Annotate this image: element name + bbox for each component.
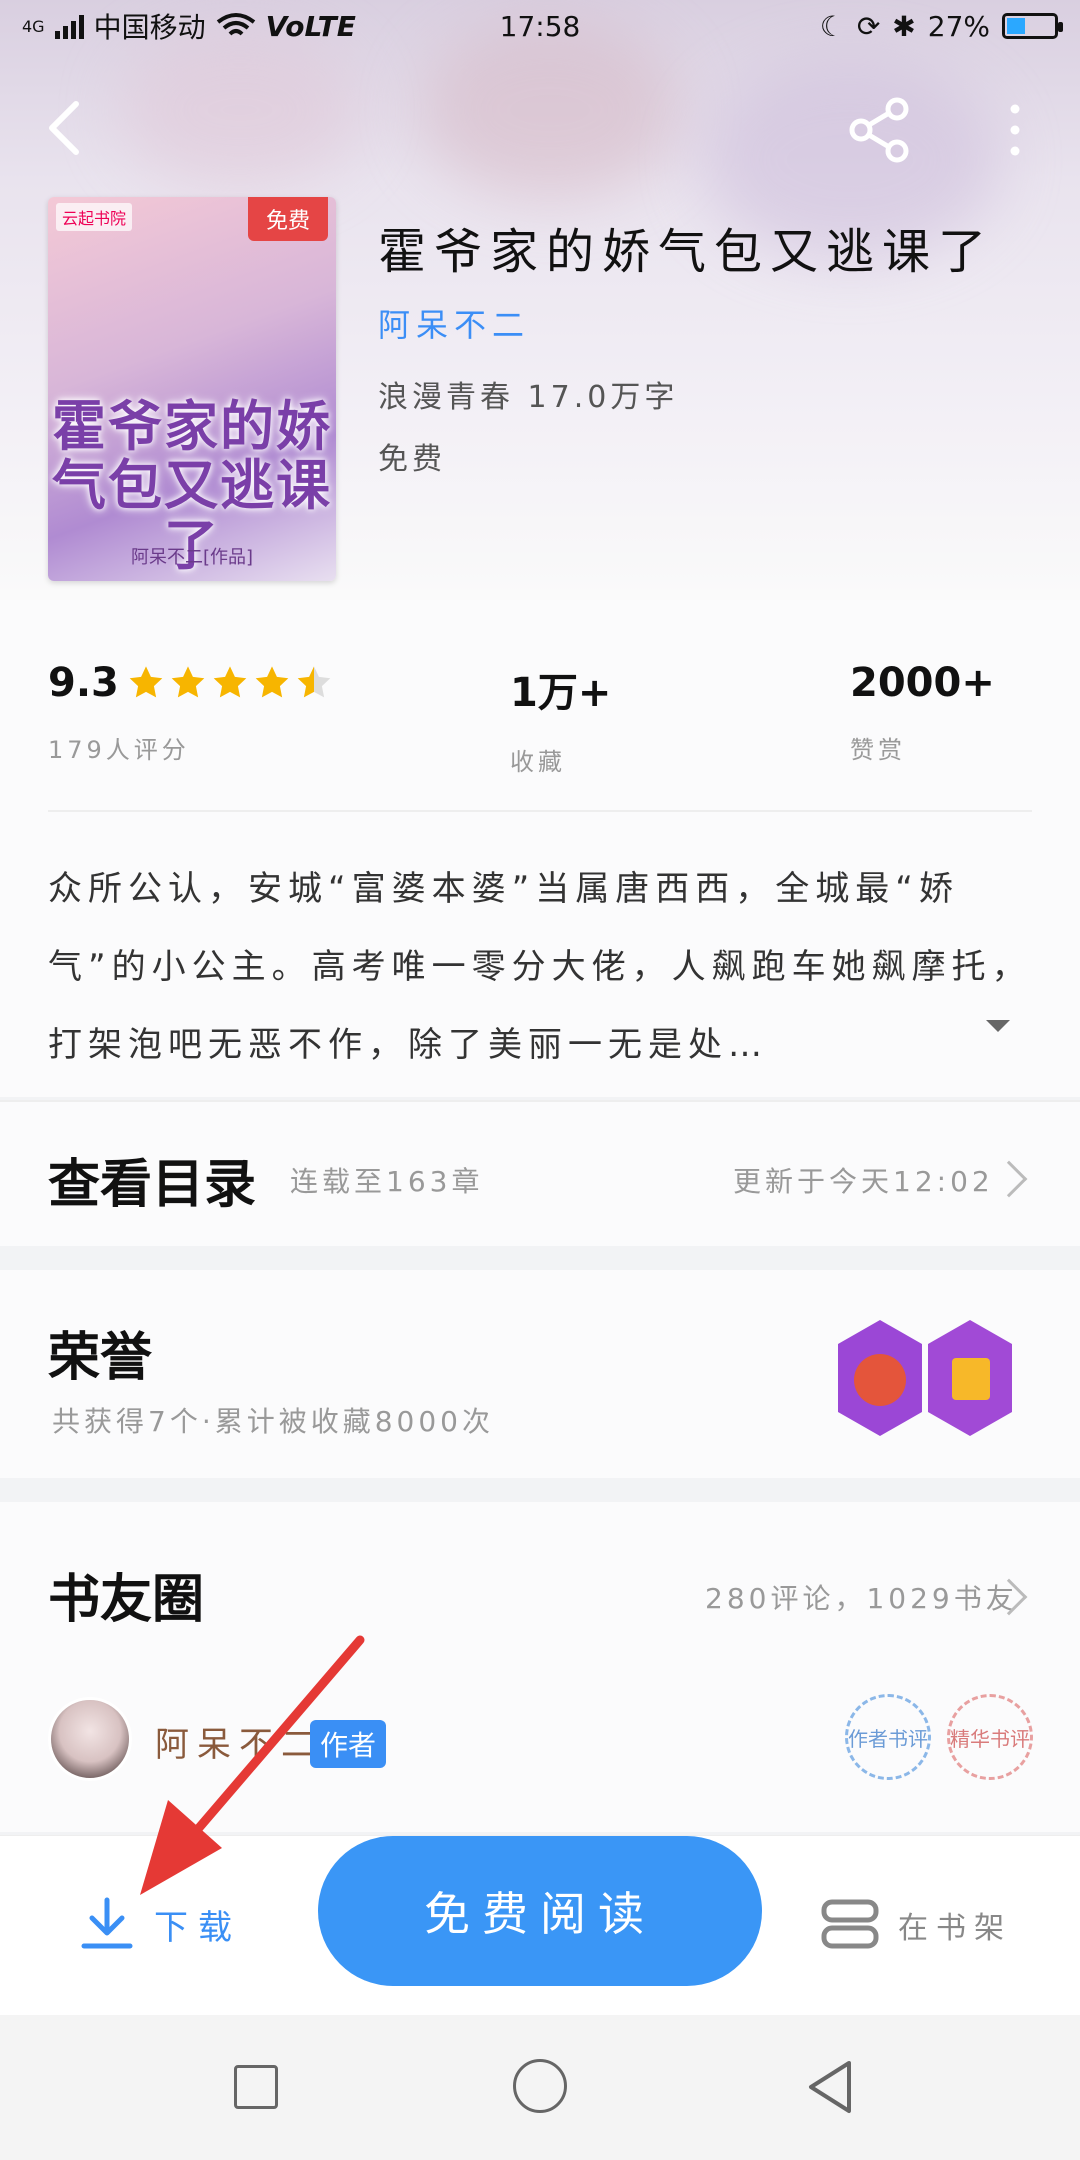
book-price: 免费 [378,442,446,477]
collect-label: 收藏 [510,748,566,776]
author-review-stamp: 作者书评 [845,1694,931,1780]
collect-stat: 1万+ 收藏 [510,660,611,777]
home-button[interactable] [513,2059,567,2113]
download-icon [81,1897,133,1949]
avatar[interactable] [48,1697,132,1781]
toc-serial-status: 连载至163章 [290,1165,484,1198]
book-circle-section: 书友圈 280评论，1029书友 阿呆不二 作者 作者书评 精华书评 [0,1502,1080,1832]
honor-badges [838,1320,1012,1436]
book-cover[interactable]: 云起书院 免费 霍爷家的娇气包又逃课了 阿呆不二[作品] [48,197,336,581]
synopsis-text[interactable]: 众所公认，安城“富婆本婆”当属唐西西，全城最“娇气”的小公主。高考唯一零分大佬，… [48,850,1032,1084]
more-icon[interactable] [995,95,1035,165]
honor-summary: 共获得7个·累计被收藏8000次 [52,1405,494,1438]
rating-value: 9.3 [48,660,119,706]
battery-icon [1002,13,1063,39]
honor-section[interactable]: 荣誉 共获得7个·累计被收藏8000次 [0,1270,1080,1478]
cover-free-tag: 免费 [248,197,328,241]
comment-user-name[interactable]: 阿呆不二 [155,1717,323,1766]
bookshelf-button[interactable]: 在书架 [820,1898,1012,1952]
star-icon [129,666,163,698]
status-bar: 4G 中国移动 VoLTE 17:58 ☾ ⟳ ✱ 27% [0,0,1080,52]
free-read-button[interactable]: 免费阅读 [318,1836,762,1986]
star-icon [171,666,205,698]
book-title: 霍爷家的娇气包又逃课了 [378,224,995,280]
top-bar [0,90,1080,170]
share-icon[interactable] [845,95,915,165]
cover-publisher: 云起书院 [56,203,133,231]
download-button[interactable]: 下载 [80,1896,242,1952]
rating-stat: 9.3 179人评分 [48,660,333,765]
money-bag-icon [854,1354,906,1406]
clock: 17:58 [499,9,581,43]
divider [48,810,1032,812]
download-label: 下载 [154,1907,242,1948]
rating-stars [127,664,333,702]
book-circle-counts[interactable]: 280评论，1029书友 [705,1577,1018,1617]
rating-count: 179人评分 [48,736,190,764]
collect-value: 1万+ [510,670,612,716]
bookshelf-label: 在书架 [898,1911,1012,1946]
toc-updated: 更新于今天12:02 [733,1165,994,1198]
table-of-contents-row[interactable]: 查看目录 连载至163章 更新于今天12:02 [0,1100,1080,1246]
back-icon[interactable] [38,98,98,158]
reward-label: 赞赏 [850,736,906,764]
featured-review-stamp: 精华书评 [947,1694,1033,1780]
system-nav-bar [0,2015,1080,2160]
toc-title: 查看目录 [48,1155,257,1215]
back-nav-button[interactable] [805,2059,855,2115]
star-icon [213,666,247,698]
expand-synopsis-icon[interactable] [986,1020,1010,1032]
honor-title: 荣誉 [48,1328,153,1388]
star-icon [297,666,331,698]
star-icon [255,666,289,698]
reward-value: 2000+ [850,660,995,706]
book-stats-card: 9.3 179人评分 1万+ 收藏 2000+ 赞赏 众所公认，安城“富婆本婆”… [0,600,1080,1097]
book-genre-wordcount: 浪漫青春 17.0万字 [378,380,679,415]
bottom-action-bar: 下载 免费阅读 在书架 [0,1835,1080,2015]
book-author[interactable]: 阿呆不二 [378,300,530,346]
bookshelf-icon [821,1899,879,1949]
recent-apps-button[interactable] [234,2065,278,2109]
book-circle-title: 书友圈 [48,1570,205,1630]
red-envelope-icon [952,1358,990,1400]
chevron-right-icon [990,1160,1028,1198]
cover-subtitle: 阿呆不二[作品] [130,547,254,568]
reward-stat: 2000+ 赞赏 [850,660,995,765]
author-badge: 作者 [310,1720,387,1768]
